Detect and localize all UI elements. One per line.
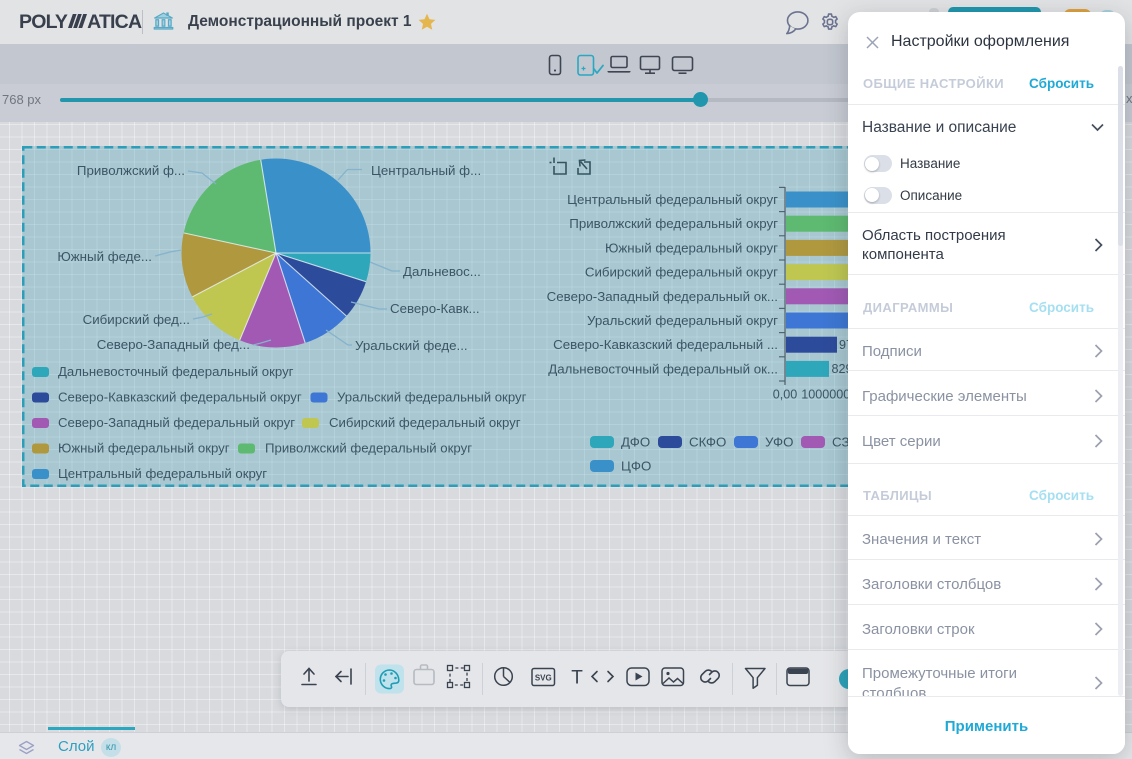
- svg-text:Северо-Кавк...: Северо-Кавк...: [390, 301, 480, 316]
- svg-text:Северо-Западный федеральный ок: Северо-Западный федеральный округ: [58, 415, 295, 430]
- svg-text:Южный феде...: Южный феде...: [57, 249, 152, 264]
- svg-text:УФО: УФО: [765, 435, 793, 450]
- svg-text:Дальневосточный федеральный ок: Дальневосточный федеральный ок...: [548, 361, 778, 376]
- svg-text:Северо-Кавказский федеральный: Северо-Кавказский федеральный округ: [58, 390, 302, 405]
- svg-text:Южный федеральный округ: Южный федеральный округ: [605, 240, 778, 255]
- svg-text:Сибирский фед...: Сибирский фед...: [83, 312, 190, 327]
- svg-text:Северо-Кавказский федеральный: Северо-Кавказский федеральный ...: [553, 337, 778, 352]
- svg-text:Дальневосточный федеральный ок: Дальневосточный федеральный округ: [58, 364, 294, 379]
- svg-text:Уральский федеральный округ: Уральский федеральный округ: [337, 390, 527, 405]
- svg-text:Приволжский федеральный округ: Приволжский федеральный округ: [265, 441, 472, 456]
- svg-text:T: T: [571, 668, 583, 689]
- svg-text:Южный федеральный округ: Южный федеральный округ: [58, 441, 230, 456]
- svg-text:Северо-Западный фед...: Северо-Западный фед...: [97, 337, 250, 352]
- svg-text:Сибирский федеральный округ: Сибирский федеральный округ: [329, 415, 521, 430]
- svg-text:Уральский феде...: Уральский феде...: [355, 338, 468, 353]
- svg-text:СКФО: СКФО: [689, 435, 726, 450]
- svg-text:ДФО: ДФО: [621, 435, 650, 450]
- svg-text:SVG: SVG: [535, 674, 552, 683]
- svg-text:Северо-Западный федеральный ок: Северо-Западный федеральный ок...: [547, 289, 778, 304]
- svg-text:Уральский федеральный округ: Уральский федеральный округ: [587, 313, 778, 328]
- svg-text:Приволжский федеральный округ: Приволжский федеральный округ: [569, 216, 778, 231]
- svg-text:Центральный ф...: Центральный ф...: [371, 163, 481, 178]
- svg-text:Сибирский федеральный округ: Сибирский федеральный округ: [585, 265, 778, 280]
- svg-text:Дальневос...: Дальневос...: [403, 264, 481, 279]
- svg-text:Центральный федеральный округ: Центральный федеральный округ: [567, 192, 778, 207]
- svg-text:0,00: 0,00: [773, 388, 798, 402]
- svg-text:ЦФО: ЦФО: [621, 459, 651, 474]
- svg-text:Центральный федеральный округ: Центральный федеральный округ: [58, 466, 267, 481]
- svg-text:Приволжский ф...: Приволжский ф...: [77, 163, 185, 178]
